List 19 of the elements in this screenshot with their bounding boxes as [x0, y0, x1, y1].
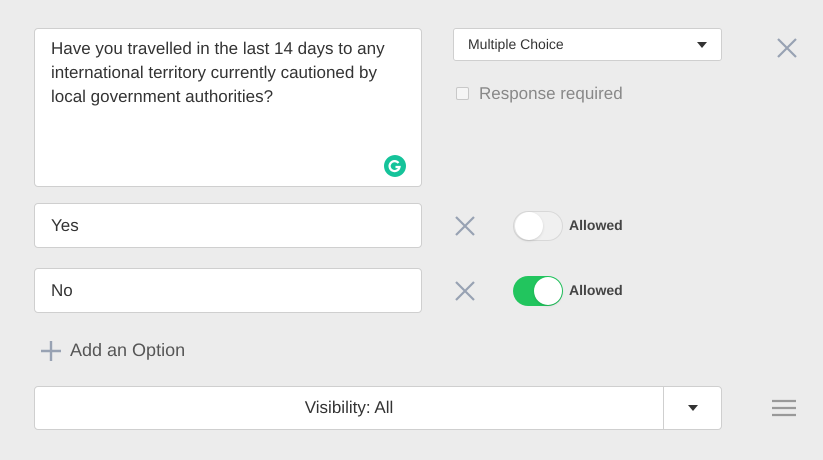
question-field[interactable]: Have you travelled in the last 14 days to any international territory currently cautioned by local government authorities?: [34, 28, 422, 187]
remove-option-icon[interactable]: [455, 216, 475, 236]
caret-icon: [697, 42, 707, 48]
caret-icon: [688, 405, 698, 411]
remove-option-icon[interactable]: [455, 280, 475, 300]
toggle-label: Allowed: [569, 216, 623, 235]
add-option-button[interactable]: Add an Option: [40, 337, 186, 364]
option-field[interactable]: Yes: [34, 203, 422, 248]
toggle-label: Allowed: [569, 281, 623, 300]
plus-icon: [40, 340, 62, 362]
toggle-switch[interactable]: [513, 276, 563, 306]
close-icon[interactable]: [777, 38, 797, 58]
checkbox-label: Response required: [479, 83, 623, 105]
menu-icon[interactable]: [772, 399, 796, 417]
question-type-dropdown[interactable]: Multiple Choice: [453, 28, 722, 61]
checkbox[interactable]: [456, 87, 469, 100]
grammar-check-icon[interactable]: [384, 155, 406, 177]
option-field[interactable]: No: [34, 268, 422, 313]
toggle-switch[interactable]: [513, 210, 563, 240]
